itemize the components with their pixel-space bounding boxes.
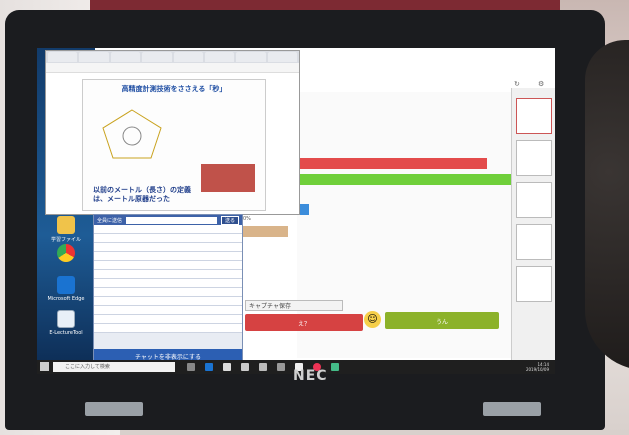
chat-target-label: 全員に送信 xyxy=(97,217,123,224)
browser-tab[interactable] xyxy=(267,52,297,62)
person-head xyxy=(585,40,629,370)
tab-strip xyxy=(46,51,299,63)
smile-icon: ☺ xyxy=(364,311,381,328)
browser-tab[interactable] xyxy=(142,52,172,62)
desktop-icon-label: 学習ファイル xyxy=(50,237,81,243)
eh-button[interactable]: え？ xyxy=(245,314,363,331)
chat-message-row xyxy=(94,243,242,252)
address-bar[interactable] xyxy=(46,63,299,73)
slide-body-line: は、メートル原器だった xyxy=(93,195,170,203)
un-button[interactable]: うん xyxy=(385,312,499,329)
browser-tab[interactable] xyxy=(204,52,235,62)
clock-date: 2019/10/09 xyxy=(525,367,549,372)
lecture-slide: 高精度計測技術をささえる「秒」 以前のメートル（長さ）の定義 は、メートル原器だ… xyxy=(82,79,266,211)
chat-message-row xyxy=(94,225,242,234)
chat-message-row xyxy=(94,270,242,279)
browser-tab[interactable] xyxy=(79,52,109,62)
refresh-icon[interactable]: ↻ xyxy=(514,80,520,88)
app-icon[interactable] xyxy=(277,363,285,371)
slide-body: 以前のメートル（長さ）の定義 は、メートル原器だった xyxy=(93,186,191,204)
windows-start-icon[interactable] xyxy=(40,362,49,371)
chat-message-row xyxy=(94,234,242,243)
desktop-icon-label: Microsoft Edge xyxy=(47,296,85,302)
desktop-icon-edge[interactable]: Microsoft Edge xyxy=(43,276,89,302)
chat-messages xyxy=(94,225,242,333)
slide-body-line: 以前のメートル（長さ）の定義 xyxy=(93,186,191,194)
poll-bar xyxy=(297,158,488,169)
diagram-graphic xyxy=(102,109,162,159)
poll-bar xyxy=(241,226,289,237)
chat-message-row xyxy=(94,279,242,288)
capture-save-button[interactable]: キャプチャ保存 xyxy=(245,300,343,311)
chat-message-row xyxy=(94,315,242,324)
browser-tab[interactable] xyxy=(48,52,78,62)
chat-message-row xyxy=(94,288,242,297)
store-icon[interactable] xyxy=(223,363,231,371)
chat-message-row xyxy=(94,324,242,333)
slide-thumbnail[interactable] xyxy=(516,182,552,218)
laptop: 学習ファイル Microsoft Edge E-LectureTool 0% ↻… xyxy=(5,10,605,430)
chat-message-row xyxy=(94,261,242,270)
laptop-screen: 学習ファイル Microsoft Edge E-LectureTool 0% ↻… xyxy=(37,48,555,374)
photo-scene: 学習ファイル Microsoft Edge E-LectureTool 0% ↻… xyxy=(0,0,629,435)
hinge-right xyxy=(483,402,541,416)
browser-tab[interactable] xyxy=(110,52,141,62)
desktop-icon-electure[interactable]: E-LectureTool xyxy=(43,310,89,336)
chat-header: 全員に送信 送る xyxy=(94,215,242,225)
taskbar-search[interactable]: ここに入力して検索 xyxy=(53,362,175,372)
desktop-icon-file[interactable]: 学習ファイル xyxy=(43,216,89,243)
system-tray[interactable]: 14:14 2019/10/09 xyxy=(526,362,549,372)
browser-tab[interactable] xyxy=(236,52,266,62)
send-button[interactable]: 送る xyxy=(220,215,239,225)
app-icon[interactable] xyxy=(331,363,339,371)
slide-thumbnail[interactable] xyxy=(516,98,552,134)
edge-icon[interactable] xyxy=(205,363,213,371)
app-icon[interactable] xyxy=(259,363,267,371)
edge-icon xyxy=(57,276,75,294)
browser-tab[interactable] xyxy=(173,52,203,62)
chat-panel: 全員に送信 送る チャットを非表示にする xyxy=(93,214,243,362)
slide-thumbnail[interactable] xyxy=(516,140,552,176)
task-view-icon[interactable] xyxy=(187,363,195,371)
slide-thumbnail[interactable] xyxy=(516,224,552,260)
slide-photo xyxy=(201,164,255,192)
desktop-icon-chrome[interactable] xyxy=(43,244,89,264)
chat-message-row xyxy=(94,252,242,261)
search-placeholder: ここに入力して検索 xyxy=(65,364,110,370)
slide-thumbnail[interactable] xyxy=(516,266,552,302)
chrome-icon xyxy=(57,244,75,262)
laptop-brand: NEC xyxy=(293,368,328,384)
poll-percent: 0% xyxy=(243,216,251,222)
folder-icon xyxy=(57,216,75,234)
slide-thumbnail-panel: ↻ ⚙ xyxy=(511,80,555,364)
gear-icon[interactable]: ⚙ xyxy=(538,80,544,88)
chat-input[interactable] xyxy=(126,216,217,224)
desktop-icon-label: E-LectureTool xyxy=(49,330,83,336)
app-icon xyxy=(57,310,75,328)
slide-title: 高精度計測技術をささえる「秒」 xyxy=(121,85,227,93)
browser-window: 高精度計測技術をささえる「秒」 以前のメートル（長さ）の定義 は、メートル原器だ… xyxy=(45,50,300,215)
folder-icon[interactable] xyxy=(241,363,249,371)
chat-message-row xyxy=(94,297,242,306)
hinge-left xyxy=(85,402,143,416)
capture-label: キャプチャ保存 xyxy=(249,303,291,310)
poll-bar xyxy=(297,174,511,185)
chat-message-row xyxy=(94,306,242,315)
